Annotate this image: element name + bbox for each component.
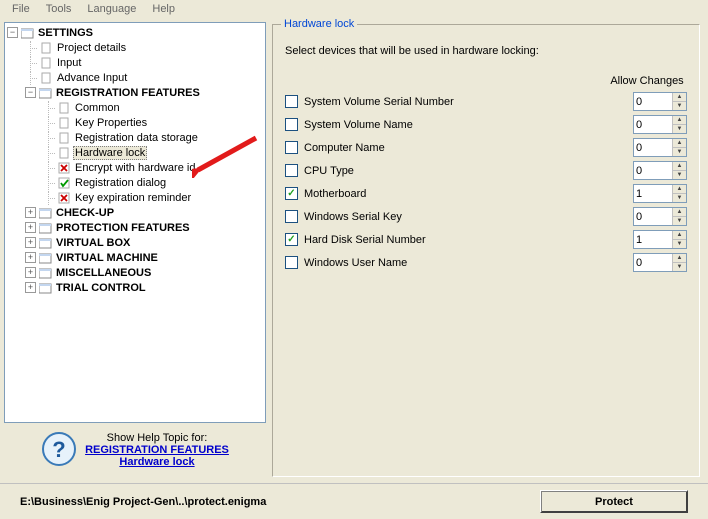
expand-icon[interactable]: + <box>25 252 36 263</box>
tree-item[interactable]: Registration dialog <box>73 177 168 189</box>
check-icon <box>57 176 71 189</box>
spin-down-icon[interactable]: ▼ <box>672 125 686 133</box>
tree-item[interactable]: VIRTUAL MACHINE <box>54 252 160 264</box>
spin-up-icon[interactable]: ▲ <box>672 139 686 148</box>
chk-win-user[interactable]: Windows User Name <box>285 256 627 269</box>
chk-win-serial[interactable]: Windows Serial Key <box>285 210 627 223</box>
tree-item[interactable]: MISCELLANEOUS <box>54 267 153 279</box>
x-icon <box>57 191 71 204</box>
tree-view[interactable]: − SETTINGS Project details Input Advance… <box>4 22 266 423</box>
chk-motherboard[interactable]: Motherboard <box>285 187 627 200</box>
expand-icon[interactable]: + <box>25 282 36 293</box>
tree-item[interactable]: PROTECTION FEATURES <box>54 222 192 234</box>
spin-up-icon[interactable]: ▲ <box>672 208 686 217</box>
chk-cpu-type[interactable]: CPU Type <box>285 164 627 177</box>
spin-down-icon[interactable]: ▼ <box>672 217 686 225</box>
tree-item[interactable]: Registration data storage <box>73 132 200 144</box>
menu-file[interactable]: File <box>4 2 38 16</box>
spin-up-icon[interactable]: ▲ <box>672 231 686 240</box>
spin-hdd-serial: ▲▼ <box>633 230 687 249</box>
page-icon <box>39 41 53 54</box>
spin-down-icon[interactable]: ▼ <box>672 263 686 271</box>
tree-root-label[interactable]: SETTINGS <box>36 27 95 39</box>
folder-icon <box>38 281 52 294</box>
x-icon <box>57 161 71 174</box>
chk-hdd-serial[interactable]: Hard Disk Serial Number <box>285 233 627 246</box>
chk-computer-name[interactable]: Computer Name <box>285 141 627 154</box>
tree-item[interactable]: Advance Input <box>55 72 129 84</box>
spin-up-icon[interactable]: ▲ <box>672 185 686 194</box>
tree-item[interactable]: CHECK-UP <box>54 207 116 219</box>
expand-icon[interactable]: + <box>25 207 36 218</box>
page-icon <box>57 146 71 159</box>
menu-bar: File Tools Language Help <box>0 0 708 18</box>
expand-icon[interactable]: + <box>25 267 36 278</box>
spin-motherboard: ▲▼ <box>633 184 687 203</box>
spin-down-icon[interactable]: ▼ <box>672 102 686 110</box>
tree-item[interactable]: Project details <box>55 42 128 54</box>
chk-sysvol-serial[interactable]: System Volume Serial Number <box>285 95 627 108</box>
tree-item-regfeatures[interactable]: REGISTRATION FEATURES <box>54 87 202 99</box>
tree-item[interactable]: TRIAL CONTROL <box>54 282 148 294</box>
status-bar: E:\Business\Enig Project-Gen\..\protect.… <box>0 483 708 519</box>
spin-win-user: ▲▼ <box>633 253 687 272</box>
tree-item[interactable]: Encrypt with hardware id <box>73 162 197 174</box>
spin-down-icon[interactable]: ▼ <box>672 148 686 156</box>
folder-icon <box>20 26 34 39</box>
folder-icon <box>38 206 52 219</box>
project-path: E:\Business\Enig Project-Gen\..\protect.… <box>20 496 540 508</box>
allow-changes-header: Allow Changes <box>285 75 687 87</box>
page-icon <box>57 116 71 129</box>
help-panel: ? Show Help Topic for: REGISTRATION FEAT… <box>4 423 266 477</box>
folder-icon <box>38 221 52 234</box>
spin-win-serial: ▲▼ <box>633 207 687 226</box>
folder-icon <box>38 266 52 279</box>
help-link-hardware-lock[interactable]: Hardware lock <box>119 456 194 468</box>
page-icon <box>57 131 71 144</box>
protect-button[interactable]: Protect <box>540 490 688 513</box>
folder-icon <box>38 251 52 264</box>
tree-item[interactable]: VIRTUAL BOX <box>54 237 132 249</box>
menu-help[interactable]: Help <box>144 2 183 16</box>
folder-icon <box>38 236 52 249</box>
folder-icon <box>38 86 52 99</box>
expand-icon[interactable]: + <box>25 237 36 248</box>
group-legend: Hardware lock <box>281 18 357 30</box>
chk-sysvol-name[interactable]: System Volume Name <box>285 118 627 131</box>
tree-item[interactable]: Key expiration reminder <box>73 192 193 204</box>
spin-up-icon[interactable]: ▲ <box>672 116 686 125</box>
page-icon <box>57 101 71 114</box>
spin-down-icon[interactable]: ▼ <box>672 171 686 179</box>
spin-computer-name: ▲▼ <box>633 138 687 157</box>
tree-item[interactable]: Common <box>73 102 122 114</box>
spin-cpu-type: ▲▼ <box>633 161 687 180</box>
expand-icon[interactable]: − <box>7 27 18 38</box>
help-link-regfeatures[interactable]: REGISTRATION FEATURES <box>85 444 229 456</box>
page-icon <box>39 56 53 69</box>
tree-item[interactable]: Key Properties <box>73 117 149 129</box>
hardware-lock-group: Hardware lock Select devices that will b… <box>272 24 700 477</box>
spin-up-icon[interactable]: ▲ <box>672 254 686 263</box>
menu-tools[interactable]: Tools <box>38 2 80 16</box>
spin-down-icon[interactable]: ▼ <box>672 240 686 248</box>
expand-icon[interactable]: + <box>25 222 36 233</box>
expand-icon[interactable]: − <box>25 87 36 98</box>
menu-language[interactable]: Language <box>79 2 144 16</box>
spin-up-icon[interactable]: ▲ <box>672 93 686 102</box>
help-icon[interactable]: ? <box>41 431 77 470</box>
tree-item-hardware-lock[interactable]: Hardware lock <box>73 146 147 160</box>
spin-sysvol-name: ▲▼ <box>633 115 687 134</box>
spin-up-icon[interactable]: ▲ <box>672 162 686 171</box>
spin-down-icon[interactable]: ▼ <box>672 194 686 202</box>
page-icon <box>39 71 53 84</box>
svg-text:?: ? <box>52 437 65 462</box>
group-desc: Select devices that will be used in hard… <box>285 45 687 57</box>
tree-item[interactable]: Input <box>55 57 83 69</box>
spin-sysvol-serial: ▲▼ <box>633 92 687 111</box>
help-title: Show Help Topic for: <box>85 432 229 444</box>
